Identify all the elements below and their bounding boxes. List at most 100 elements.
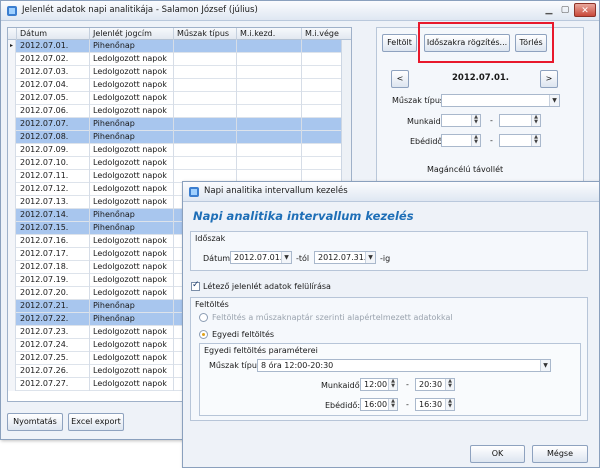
dialog-lunch-to-input[interactable]: 16:30 ▲ ▼ — [415, 398, 455, 411]
lunch-to-input[interactable]: ▲ ▼ — [499, 134, 541, 147]
table-row[interactable]: 2012.07.08. Pihenőnap — [8, 131, 351, 144]
table-row[interactable]: ▸ 2012.07.01. Pihenőnap — [8, 40, 351, 53]
chevron-down-icon[interactable]: ▼ — [281, 252, 291, 263]
cell-attendance-type: Pihenőnap — [90, 131, 174, 144]
cell-date: 2012.07.19. — [17, 274, 90, 287]
spinner-icon[interactable]: ▲ ▼ — [388, 379, 397, 390]
spinner-icon[interactable]: ▲ ▼ — [471, 135, 480, 146]
lunch-from-input[interactable]: ▲ ▼ — [441, 134, 481, 147]
spinner-icon[interactable]: ▲ ▼ — [531, 115, 540, 126]
work-time-to-input[interactable]: ▲ ▼ — [499, 114, 541, 127]
cell-attendance-type: Ledolgozott napok — [90, 378, 174, 391]
date-from-value: 2012.07.01. — [234, 253, 283, 262]
dialog-shift-type-select[interactable]: 8 óra 12:00-20:30 ▼ — [257, 359, 551, 372]
overwrite-checkbox[interactable] — [191, 280, 200, 291]
date-to-input[interactable]: 2012.07.31. ▼ — [314, 251, 376, 264]
cell-start — [237, 92, 302, 105]
table-row[interactable]: 2012.07.07. Pihenőnap — [8, 118, 351, 131]
dialog-titlebar[interactable]: Napi analitika intervallum kezelés — [183, 182, 599, 202]
dialog-work-to-input[interactable]: 20:30 ▲ ▼ — [415, 378, 455, 391]
cell-date: 2012.07.27. — [17, 378, 90, 391]
excel-export-button[interactable]: Excel export — [68, 413, 124, 431]
custom-params-label: Egyedi feltöltés paraméterei — [204, 346, 318, 355]
cell-start — [237, 144, 302, 157]
spinner-icon[interactable]: ▲ ▼ — [445, 379, 454, 390]
date-from-input[interactable]: 2012.07.01. ▼ — [230, 251, 292, 264]
date-from-suffix: -tól — [296, 254, 310, 263]
fill-button[interactable]: Feltölt — [382, 34, 417, 52]
col-header-attendance-type[interactable]: Jelenlét jogcím — [90, 28, 174, 40]
dialog-shift-type-value: 8 óra 12:00-20:30 — [261, 361, 334, 370]
dialog-lunch-label: Ebédidő: — [325, 401, 361, 410]
cell-start — [237, 40, 302, 53]
prev-day-button[interactable]: < — [391, 70, 409, 88]
dialog-work-from-value: 12:00 — [364, 380, 388, 389]
dialog-lunch-from-input[interactable]: 16:00 ▲ ▼ — [360, 398, 398, 411]
minimize-button[interactable]: ▁ — [541, 3, 557, 17]
work-time-from-input[interactable]: ▲ ▼ — [441, 114, 481, 127]
col-header-start[interactable]: M.i.kezd. — [237, 28, 302, 40]
row-indicator — [8, 105, 16, 118]
col-header-date[interactable]: Dátum — [17, 28, 90, 40]
cell-attendance-type: Ledolgozott napok — [90, 287, 174, 300]
table-row[interactable]: 2012.07.02. Ledolgozott napok — [8, 53, 351, 66]
table-row[interactable]: 2012.07.03. Ledolgozott napok — [8, 66, 351, 79]
dialog-work-from-input[interactable]: 12:00 ▲ ▼ — [360, 378, 398, 391]
next-day-button[interactable]: > — [540, 70, 558, 88]
row-indicator — [8, 222, 16, 235]
private-absence-label: Magáncélú távollét — [427, 165, 504, 174]
row-indicator — [8, 196, 16, 209]
cell-date: 2012.07.02. — [17, 53, 90, 66]
table-row[interactable]: 2012.07.09. Ledolgozott napok — [8, 144, 351, 157]
main-titlebar[interactable]: Jelenlét adatok napi analitikája - Salam… — [1, 1, 599, 21]
table-row[interactable]: 2012.07.10. Ledolgozott napok — [8, 157, 351, 170]
row-indicator: ▸ — [8, 40, 16, 53]
cell-shift-type — [174, 40, 237, 53]
table-row[interactable]: 2012.07.05. Ledolgozott napok — [8, 92, 351, 105]
table-row[interactable]: 2012.07.04. Ledolgozott napok — [8, 79, 351, 92]
cell-attendance-type: Ledolgozott napok — [90, 274, 174, 287]
cell-attendance-type: Pihenőnap — [90, 209, 174, 222]
chevron-down-icon[interactable]: ▼ — [365, 252, 375, 263]
print-button[interactable]: Nyomtatás — [7, 413, 63, 431]
row-indicator — [8, 274, 16, 287]
shift-type-select[interactable]: ▼ — [441, 94, 560, 107]
cell-date: 2012.07.07. — [17, 118, 90, 131]
fill-default-radio[interactable] — [199, 313, 208, 322]
row-indicator — [8, 287, 16, 300]
chevron-down-icon[interactable]: ▼ — [540, 360, 550, 371]
row-indicator — [8, 53, 16, 66]
spinner-icon[interactable]: ▲ ▼ — [471, 115, 480, 126]
ok-button[interactable]: OK — [470, 445, 525, 463]
cell-date: 2012.07.25. — [17, 352, 90, 365]
cell-attendance-type: Ledolgozott napok — [90, 248, 174, 261]
cell-attendance-type: Pihenőnap — [90, 40, 174, 53]
cancel-button[interactable]: Mégse — [532, 445, 588, 463]
dialog-lunch-to-value: 16:30 — [419, 400, 443, 409]
maximize-button[interactable]: ▢ — [557, 3, 573, 17]
close-button[interactable]: ✕ — [574, 3, 596, 17]
fill-default-label: Feltöltés a műszaknaptár szerinti alapér… — [212, 313, 453, 322]
cell-start — [237, 118, 302, 131]
shift-type-label: Műszak típus — [392, 96, 445, 105]
row-indicator — [8, 352, 16, 365]
table-row[interactable]: 2012.07.06. Ledolgozott napok — [8, 105, 351, 118]
spinner-icon[interactable]: ▲ ▼ — [531, 135, 540, 146]
grid-header: Dátum Jelenlét jogcím Műszak típus M.i.k… — [8, 28, 351, 40]
row-indicator — [8, 144, 16, 157]
cell-date: 2012.07.26. — [17, 365, 90, 378]
row-indicator — [8, 92, 16, 105]
row-indicator — [8, 235, 16, 248]
cell-date: 2012.07.14. — [17, 209, 90, 222]
chevron-down-icon[interactable]: ▼ — [549, 95, 559, 106]
row-indicator — [8, 339, 16, 352]
spinner-icon[interactable]: ▲ ▼ — [388, 399, 397, 410]
cell-attendance-type: Ledolgozott napok — [90, 261, 174, 274]
col-header-end[interactable]: M.i.vége — [302, 28, 351, 40]
period-group-label: Időszak — [195, 234, 226, 243]
col-header-shift-type[interactable]: Műszak típus — [174, 28, 237, 40]
cell-date: 2012.07.13. — [17, 196, 90, 209]
fill-custom-radio[interactable] — [199, 330, 208, 339]
spinner-icon[interactable]: ▲ ▼ — [445, 399, 454, 410]
cell-attendance-type: Ledolgozott napok — [90, 144, 174, 157]
